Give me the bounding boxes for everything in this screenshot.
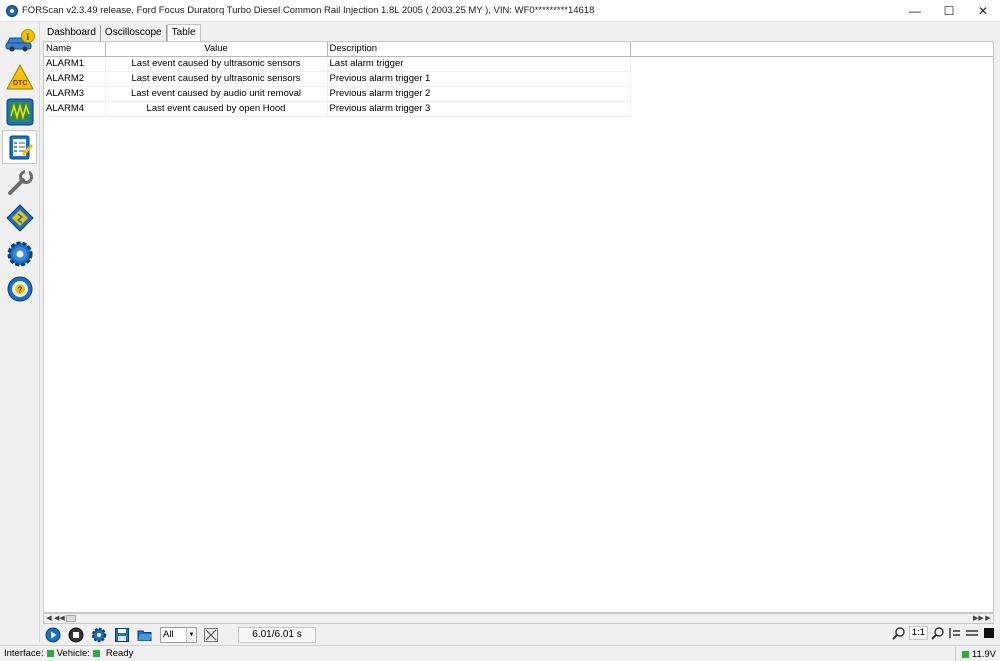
scroll-left-arrow-icon[interactable]: ◀: [44, 614, 54, 623]
forscan-app-icon: [6, 4, 18, 17]
clear-button[interactable]: [201, 626, 221, 644]
cell-name: ALARM2: [44, 71, 106, 87]
table-row[interactable]: ALARM3 Last event caused by audio unit r…: [44, 86, 631, 102]
tab-oscilloscope[interactable]: Oscilloscope: [101, 25, 167, 41]
status-bar: Interface: Vehicle: Ready 11.9V: [0, 645, 1000, 661]
scroll-last-arrow-icon[interactable]: ▶▶: [973, 614, 984, 623]
sidebar: i DTC ?: [0, 22, 40, 642]
settings-gear-icon: [7, 241, 32, 267]
sidebar-item-tests[interactable]: [2, 130, 37, 164]
scroll-first-arrow-icon[interactable]: ◀◀: [54, 614, 65, 623]
stop-button[interactable]: [66, 626, 86, 644]
settings-button[interactable]: [89, 626, 109, 644]
oscilloscope-icon: [6, 98, 33, 126]
cell-name: ALARM4: [44, 101, 106, 117]
scroll-right-arrow-icon[interactable]: ▶: [983, 614, 993, 623]
close-button[interactable]: ✕: [966, 0, 1000, 22]
sidebar-item-vehicle-info[interactable]: i: [2, 24, 37, 58]
column-header-description[interactable]: Description: [327, 42, 631, 57]
tab-table[interactable]: Table: [166, 24, 201, 41]
play-icon: [45, 627, 61, 643]
cell-name: ALARM1: [44, 56, 106, 72]
zoom-ratio[interactable]: 1:1: [908, 626, 928, 640]
column-header-value[interactable]: Value: [105, 42, 328, 57]
time-display: 6.01/6.01 s: [238, 627, 316, 643]
sidebar-item-help[interactable]: ?: [2, 272, 37, 306]
svg-text:DTC: DTC: [13, 80, 27, 87]
voltage-panel: 11.9V: [954, 647, 996, 661]
maximize-button[interactable]: ☐: [932, 0, 966, 22]
battery-voltage: 11.9V: [971, 648, 996, 660]
tests-checklist-icon: [9, 135, 33, 160]
sidebar-item-service[interactable]: [2, 166, 37, 200]
service-wrench-icon: [7, 170, 33, 195]
help-steering-icon: ?: [7, 276, 32, 302]
save-button[interactable]: [112, 626, 132, 644]
window-controls: — ☐ ✕: [898, 0, 1000, 22]
filter-select-value: All: [163, 629, 174, 640]
zoom-in-icon[interactable]: [931, 626, 945, 640]
status-text: Ready: [105, 648, 134, 659]
dtc-icon: DTC: [5, 64, 34, 90]
sidebar-item-configuration[interactable]: [2, 201, 37, 235]
bottom-toolbar: All ▼ 6.01/6.01 s 1:1: [43, 625, 1000, 645]
tab-bar: Dashboard Oscilloscope Table: [43, 24, 201, 41]
open-button[interactable]: [135, 626, 155, 644]
cell-value: Last event caused by ultrasonic sensors: [105, 56, 328, 72]
sidebar-item-settings[interactable]: [2, 237, 37, 271]
start-button[interactable]: [43, 626, 63, 644]
filter-select[interactable]: All ▼: [160, 627, 197, 643]
vehicle-label: Vehicle:: [56, 648, 90, 659]
voltage-status-indicator: [961, 650, 969, 658]
line-style-icon[interactable]: [965, 626, 979, 640]
column-header-name[interactable]: Name: [44, 42, 106, 57]
sidebar-item-oscilloscope[interactable]: [2, 95, 37, 129]
table-panel: Name Value Description ALARM1 Last event…: [43, 41, 994, 613]
configuration-chip-icon: [5, 204, 34, 232]
window-title: FORScan v2.3.49 release, Ford Focus Dura…: [22, 5, 595, 16]
cell-description: Last alarm trigger: [327, 56, 631, 72]
minimize-button[interactable]: —: [898, 0, 932, 22]
sidebar-item-dtc[interactable]: DTC: [2, 60, 37, 94]
data-table: Name Value Description ALARM1 Last event…: [44, 42, 631, 117]
table-row[interactable]: ALARM4 Last event caused by open Hood Pr…: [44, 101, 631, 117]
cell-value: Last event caused by ultrasonic sensors: [105, 71, 328, 87]
chevron-down-icon: ▼: [186, 628, 196, 642]
cell-name: ALARM3: [44, 86, 106, 102]
interface-label: Interface:: [4, 648, 44, 659]
cell-description: Previous alarm trigger 3: [327, 101, 631, 117]
tab-dashboard[interactable]: Dashboard: [43, 25, 101, 41]
color-block-icon[interactable]: [982, 626, 996, 640]
svg-text:?: ?: [17, 286, 22, 295]
zoom-controls: 1:1: [892, 626, 996, 640]
cross-grid-icon: [204, 628, 218, 642]
table-row[interactable]: ALARM2 Last event caused by ultrasonic s…: [44, 71, 631, 87]
scrollbar-thumb[interactable]: [66, 615, 76, 622]
table-row[interactable]: ALARM1 Last event caused by ultrasonic s…: [44, 56, 631, 72]
table-header-row: Name Value Description: [44, 42, 631, 57]
folder-open-icon: [137, 630, 152, 641]
interface-status-indicator: [46, 650, 54, 657]
cell-description: Previous alarm trigger 1: [327, 71, 631, 87]
vehicle-info-icon: i: [5, 29, 35, 52]
cell-value: Last event caused by open Hood: [105, 101, 328, 117]
zoom-out-icon[interactable]: [892, 626, 906, 640]
floppy-disk-icon: [115, 628, 129, 642]
vehicle-status-indicator: [92, 650, 100, 657]
cell-value: Last event caused by audio unit removal: [105, 86, 328, 102]
cell-description: Previous alarm trigger 2: [327, 86, 631, 102]
stop-icon: [68, 627, 84, 643]
title-bar: FORScan v2.3.49 release, Ford Focus Dura…: [0, 0, 1000, 22]
fit-icon[interactable]: [948, 626, 962, 640]
horizontal-scrollbar[interactable]: ◀ ◀◀ ▶▶ ▶: [43, 613, 994, 624]
gear-icon: [91, 627, 107, 643]
table-header-filler: [630, 42, 994, 57]
